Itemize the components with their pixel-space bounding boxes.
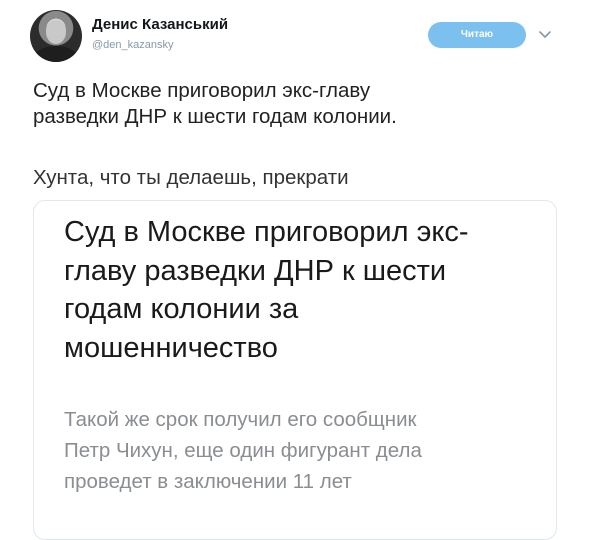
tweet-text: Суд в Москве приговорил экс-главу развед… [33,78,573,130]
card-title-line: мошенничество [64,331,278,364]
author-name[interactable]: Денис Казанський [92,16,228,33]
card-title-line: Суд в Москве приговорил экс- [64,216,469,248]
card-title: Суд в Москве приговорил экс- главу разве… [64,213,544,367]
avatar-shoulders [34,46,78,62]
tweet-text-line: разведки ДНР к шести годам колонии. [33,105,397,128]
card-description-line: проведет в заключении 11 лет [64,470,352,493]
tweet-comment: Хунта, что ты делаешь, прекрати [33,166,349,189]
card-description-line: Петр Чихун, еще один фигурант дела [64,439,422,462]
tweet-text-line: Суд в Москве приговорил экс-главу [33,79,371,102]
card-description: Такой же срок получил его сообщник Петр … [64,404,544,497]
following-button[interactable]: Читаю [428,22,526,48]
link-card[interactable]: Суд в Москве приговорил экс- главу разве… [33,200,557,540]
avatar[interactable] [30,10,82,62]
card-title-line: главу разведки ДНР к шести [64,254,447,287]
card-description-line: Такой же срок получил его сообщник [64,408,417,431]
chevron-down-icon[interactable] [538,30,552,40]
author-handle[interactable]: @den_kazansky [92,39,174,51]
card-title-line: годам колонии за [64,293,299,325]
avatar-face [46,20,66,44]
